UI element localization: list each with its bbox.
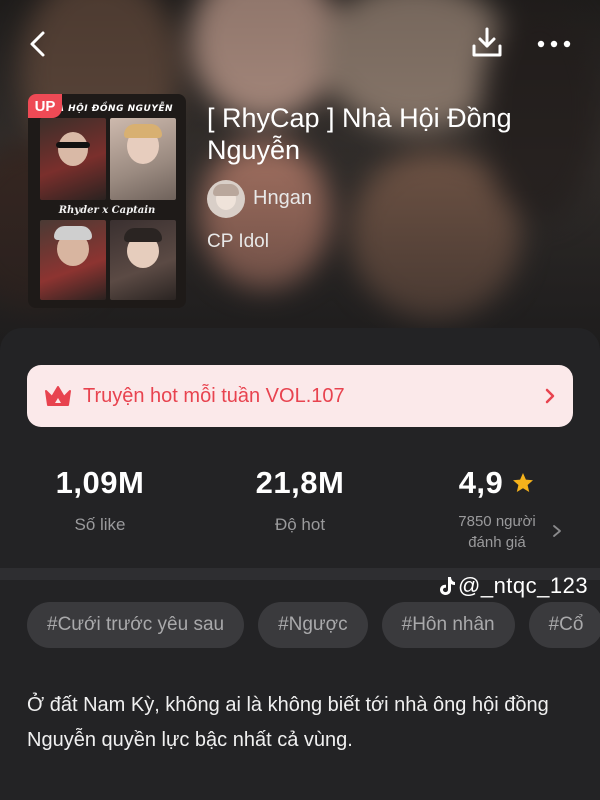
rating-stat[interactable]: 4,9 7850 người đánh giá [407, 465, 587, 553]
back-button[interactable] [18, 24, 58, 64]
cover-photo [110, 118, 176, 200]
likes-stat: 1,09M Số like [10, 465, 190, 535]
star-icon [513, 473, 534, 492]
likes-label: Số like [74, 515, 126, 534]
book-title: [ RhyCap ] Nhà Hội Đồng Nguyễn [207, 103, 512, 165]
tag-list: #Cưới trước yêu sau #Ngược #Hôn nhân #Cổ [27, 602, 600, 650]
hot-value: 21,8M [255, 465, 345, 500]
weekly-hot-label: Truyện hot mỗi tuần VOL.107 [83, 384, 345, 407]
tiktok-watermark: @_ntqc_123 [438, 573, 588, 599]
crown-icon [45, 386, 71, 406]
chevron-right-icon [545, 388, 555, 404]
hot-label: Độ hot [274, 515, 326, 534]
cover-subtitle-text: Rhyder x Captain [58, 205, 156, 216]
likes-value: 1,09M [55, 465, 145, 500]
book-cover[interactable]: NHÀ HỘI ĐỒNG NGUYỄN Rhyder x Captain [28, 94, 186, 308]
book-description[interactable]: Ở đất Nam Kỳ, không ai là không biết tới… [27, 688, 567, 758]
watermark-handle: @_ntqc_123 [458, 573, 589, 598]
stats-row: 1,09M Số like 21,8M Độ hot 4,9 7850 ngườ… [0, 465, 600, 565]
rating-value: 4,9 [458, 465, 504, 500]
more-options-button[interactable] [530, 24, 578, 64]
tiktok-icon [440, 577, 455, 595]
update-badge: UP [28, 94, 62, 118]
tag-chip[interactable]: #Cưới trước yêu sau [27, 602, 245, 648]
cover-photo [110, 220, 176, 300]
tag-chip[interactable]: #Ngược [258, 602, 368, 648]
weekly-hot-banner[interactable]: Truyện hot mỗi tuần VOL.107 [27, 365, 573, 427]
top-bar [0, 0, 600, 90]
cover-photo [40, 118, 106, 200]
chevron-right-icon[interactable] [552, 524, 562, 538]
chevron-left-icon [30, 31, 45, 57]
book-category[interactable]: CP Idol [207, 231, 269, 253]
download-button[interactable] [466, 22, 508, 64]
more-horizontal-icon [537, 40, 571, 48]
author-avatar[interactable] [207, 180, 245, 218]
tag-chip[interactable]: #Cổ [528, 602, 600, 648]
author-name[interactable]: Hngan [253, 187, 312, 210]
download-icon [472, 27, 502, 57]
hot-stat: 21,8M Độ hot [210, 465, 390, 535]
cover-photo [40, 220, 106, 300]
tag-chip[interactable]: #Hôn nhân [381, 602, 515, 648]
